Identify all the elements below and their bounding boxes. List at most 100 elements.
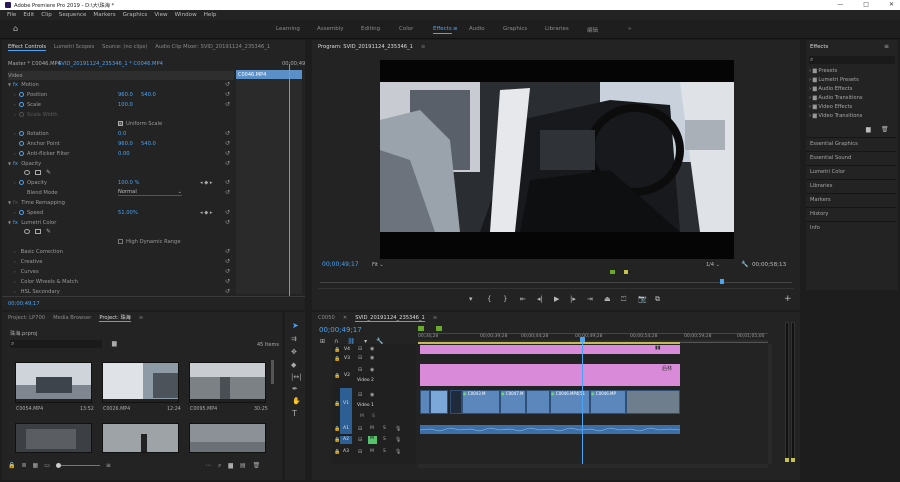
panel-menu-icon[interactable]: ≡ [421,44,425,50]
stopwatch-icon[interactable] [19,102,24,107]
pen-tool-icon[interactable]: ✒ [292,385,298,393]
solo-button[interactable]: S [383,437,386,442]
position-y-value[interactable]: 540.0 [141,92,156,98]
clip-thumbnail-2[interactable] [102,362,179,403]
anchor-y-value[interactable]: 540.0 [141,141,156,147]
workspace-effects[interactable]: Effects [433,26,452,34]
marker-yellow[interactable] [624,270,628,274]
video-clip[interactable] [420,390,430,414]
go-to-in-icon[interactable]: ⇤ [520,295,526,303]
timeline-marker[interactable] [418,326,424,331]
group-creative[interactable]: › Creative ↺ [14,257,234,266]
menu-window[interactable]: Window [175,12,197,18]
timeline-vertical-scrollbar[interactable] [768,344,772,464]
mute-button-active[interactable]: M [368,436,377,444]
clip-thumbnail-3[interactable] [189,362,266,403]
reset-icon[interactable]: ↺ [225,258,230,265]
group-basic-correction[interactable]: › Basic Correction ↺ [14,247,234,256]
freeform-view-icon[interactable]: ▭ [44,462,50,469]
section-essential-graphics[interactable]: Essential Graphics [806,137,896,150]
keyframe-nav-icon[interactable]: ◂ ◆ ▸ [200,210,213,216]
menu-markers[interactable]: Markers [93,12,115,18]
new-bin-icon[interactable]: ▆ [228,462,233,470]
workspace-menu-icon[interactable]: ≡ [453,26,458,32]
stopwatch-icon[interactable] [19,180,24,185]
blend-mode-select[interactable]: Normal ⌄ [118,189,182,196]
ec-playhead[interactable] [289,64,290,296]
new-bin-icon[interactable]: ▆ [866,126,871,133]
speed-value[interactable]: 51.00% [118,210,138,216]
panel-menu-icon[interactable]: ≡ [139,315,143,321]
lock-icon[interactable]: 🔒 [334,449,340,455]
icon-view-icon[interactable]: ▦ [33,462,39,469]
toggle-track-output-icon[interactable]: ◉ [370,355,374,361]
toggle-track-output-icon[interactable]: ◉ [370,392,374,398]
clip-thumbnail-6[interactable] [189,423,266,453]
timeline-playhead[interactable] [580,337,585,342]
type-tool-icon[interactable]: T [292,409,297,418]
toggle-sync-lock-icon[interactable]: ⊟ [358,437,362,443]
comparison-view-icon[interactable]: ⧉ [655,295,660,304]
pen-mask-icon[interactable]: ✎ [46,228,51,235]
menu-help[interactable]: Help [204,12,217,18]
audio-clip-a1[interactable] [419,425,681,434]
rotation-value[interactable]: 0.0 [118,131,126,137]
track-target-v2[interactable]: V2 [344,373,350,378]
mark-in-icon[interactable]: { [487,295,491,303]
track-target-a3[interactable]: A3 [343,449,349,454]
video-clip[interactable]: ● C0047.M [500,390,526,414]
track-target-v3[interactable]: V3 [344,356,350,361]
tree-audio-effects[interactable]: › ▆ Audio Effects [809,86,852,92]
resolution-select[interactable]: 1/4 ⌄ [706,262,720,268]
workspace-overflow[interactable]: » [628,26,631,32]
section-history[interactable]: History [806,207,896,220]
stopwatch-icon[interactable] [19,210,24,215]
project-search-input[interactable]: ⌕ [10,340,102,348]
timeline-horizontal-scrollbar[interactable] [418,464,768,468]
anti-flicker-value[interactable]: 0.00 [118,151,130,157]
track-target-a1[interactable]: A1 [343,426,349,431]
video-clip[interactable] [450,390,462,414]
solo-button[interactable]: S [383,449,386,454]
home-icon[interactable]: ⌂ [13,25,21,33]
delete-icon[interactable]: 🗑 [881,126,889,133]
position-x-value[interactable]: 960.0 [118,92,133,98]
tab-source[interactable]: Source: (no clips) [102,44,147,50]
reset-icon[interactable]: ↺ [225,268,230,275]
lock-icon[interactable]: 🔒 [334,373,340,379]
project-scrollbar[interactable] [271,360,274,384]
tab-media-browser[interactable]: Media Browser [53,315,91,321]
extract-icon[interactable]: ⏍ [621,295,626,304]
add-marker-icon[interactable]: ▾ [469,295,473,303]
automate-icon[interactable]: ⋯ [205,462,211,470]
toggle-sync-lock-icon[interactable]: ⊟ [358,392,362,398]
program-playhead[interactable] [720,279,724,284]
reset-icon[interactable]: ↺ [225,179,230,186]
toggle-sync-lock-icon[interactable]: ⊟ [358,367,362,373]
master-clip-label[interactable]: Master * C0046.MP4 [8,61,61,67]
go-to-out-icon[interactable]: ⇥ [587,295,593,303]
new-bin-icon[interactable]: ▆ [112,340,117,347]
ellipse-mask-icon[interactable] [24,170,30,175]
reset-icon[interactable]: ↺ [225,209,230,216]
lock-icon[interactable]: 🔒 [334,426,340,432]
video-clip[interactable]: ● C0046.MP4[51 [550,390,590,414]
play-icon[interactable]: ▶ [554,295,559,303]
reset-icon[interactable]: ↺ [225,189,230,196]
group-color-wheels[interactable]: › Color Wheels & Match ↺ [14,277,234,286]
add-button-icon[interactable]: + [784,294,792,304]
reset-icon[interactable]: ↺ [225,278,230,285]
hdr-checkbox[interactable] [118,239,123,244]
ec-scrollbar[interactable] [2,296,305,297]
marker-green[interactable] [610,270,615,274]
track-target-a2[interactable]: A2 [343,437,349,442]
tree-audio-transitions[interactable]: › ▆ Audio Transitions [809,95,863,101]
stopwatch-icon[interactable] [19,92,24,97]
program-timecode[interactable]: 00;00;49;17 [322,261,359,268]
sort-icon[interactable]: ≡ [106,462,111,469]
section-info[interactable]: Info [806,221,896,234]
expand-arrow-icon[interactable]: › [14,259,19,264]
microphone-icon[interactable]: 🎙 [395,449,401,455]
reset-icon[interactable]: ↺ [225,101,230,108]
video-clip[interactable] [626,390,680,414]
